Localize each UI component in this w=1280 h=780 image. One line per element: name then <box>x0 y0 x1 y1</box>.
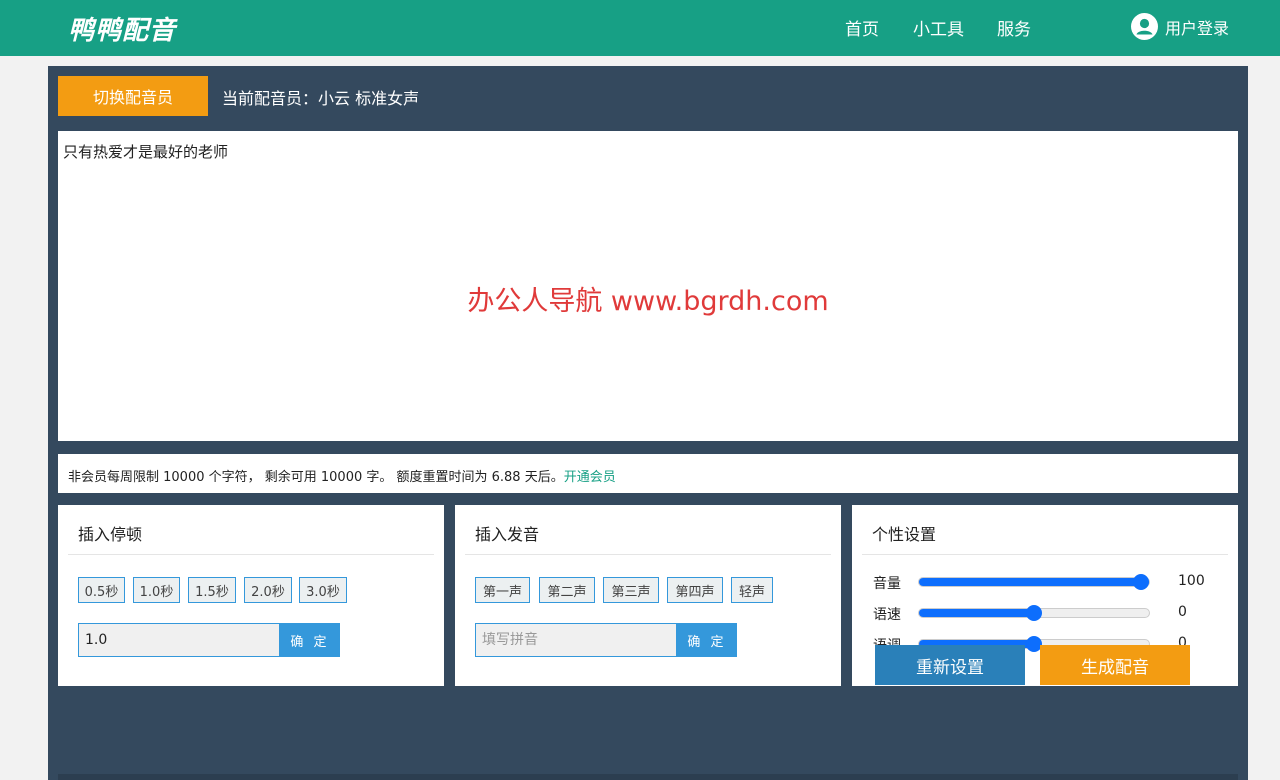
insert-pronunciation-title: 插入发音 <box>475 525 540 544</box>
generate-audio-button[interactable]: 生成配音 <box>1040 645 1190 685</box>
current-voice-text: 当前配音员：小云 标准女声 <box>222 85 419 109</box>
speed-slider[interactable] <box>918 605 1150 621</box>
site-logo[interactable]: 鸭鸭配音 <box>68 10 176 47</box>
text-editor[interactable]: 只有热爱才是最好的老师 办公人导航 www.bgrdh.com <box>58 131 1238 441</box>
user-avatar-icon <box>1131 13 1158 40</box>
card-divider <box>465 554 831 555</box>
quota-text: 非会员每周限制 10000 个字符， 剩余可用 10000 字。 额度重置时间为… <box>68 470 564 485</box>
editor-content[interactable]: 只有热爱才是最好的老师 <box>63 141 228 162</box>
pause-duration-input[interactable] <box>78 623 280 657</box>
tone-fourth[interactable]: 第四声 <box>667 577 723 603</box>
nav-tools[interactable]: 小工具 <box>913 15 964 40</box>
pause-option-2.0[interactable]: 2.0秒 <box>244 577 292 603</box>
pause-option-1.5[interactable]: 1.5秒 <box>188 577 236 603</box>
volume-value: 100 <box>1178 573 1205 589</box>
pinyin-input[interactable] <box>475 623 677 657</box>
insert-pause-title: 插入停顿 <box>78 525 143 544</box>
speed-slider-row: 语速 0 <box>873 603 1213 623</box>
speed-value: 0 <box>1178 604 1187 620</box>
volume-slider-thumb[interactable] <box>1133 574 1149 590</box>
nav-home[interactable]: 首页 <box>845 15 879 40</box>
pause-confirm-button[interactable]: 确 定 <box>280 623 340 657</box>
tone-first[interactable]: 第一声 <box>475 577 530 603</box>
panel-bottom-strip <box>58 774 1238 780</box>
current-voice-name: 小云 标准女声 <box>318 89 420 108</box>
top-navbar: 鸭鸭配音 首页 小工具 服务 用户登录 <box>0 0 1280 56</box>
reset-settings-button[interactable]: 重新设置 <box>875 645 1025 685</box>
quota-notice: 非会员每周限制 10000 个字符， 剩余可用 10000 字。 额度重置时间为… <box>58 454 1238 493</box>
insert-pronunciation-card: 插入发音 第一声 第二声 第三声 第四声 轻声 确 定 <box>455 505 841 686</box>
current-voice-prefix: 当前配音员： <box>222 89 319 108</box>
card-divider <box>68 554 434 555</box>
volume-slider[interactable] <box>918 574 1150 590</box>
speed-slider-fill <box>919 609 1034 617</box>
tone-third[interactable]: 第三声 <box>603 577 659 603</box>
volume-label: 音量 <box>873 576 901 592</box>
pause-option-0.5[interactable]: 0.5秒 <box>78 577 125 603</box>
watermark: 办公人导航 www.bgrdh.com <box>467 286 829 317</box>
tone-second[interactable]: 第二声 <box>539 577 595 603</box>
insert-pause-card: 插入停顿 0.5秒 1.0秒 1.5秒 2.0秒 3.0秒 确 定 <box>58 505 444 686</box>
nav-services[interactable]: 服务 <box>997 15 1031 40</box>
volume-slider-fill <box>919 578 1149 586</box>
open-membership-link[interactable]: 开通会员 <box>564 470 616 485</box>
login-label: 用户登录 <box>1165 18 1230 38</box>
login-button[interactable]: 用户登录 <box>1131 13 1229 40</box>
tone-neutral[interactable]: 轻声 <box>731 577 773 603</box>
speed-slider-thumb[interactable] <box>1026 605 1042 621</box>
volume-slider-row: 音量 100 <box>873 572 1213 592</box>
personal-settings-title: 个性设置 <box>872 525 937 544</box>
pause-option-3.0[interactable]: 3.0秒 <box>299 577 347 603</box>
switch-voice-button[interactable]: 切换配音员 <box>58 76 208 116</box>
speed-label: 语速 <box>873 607 901 623</box>
pause-option-1.0[interactable]: 1.0秒 <box>133 577 180 603</box>
card-divider <box>862 554 1228 555</box>
pinyin-confirm-button[interactable]: 确 定 <box>677 623 737 657</box>
